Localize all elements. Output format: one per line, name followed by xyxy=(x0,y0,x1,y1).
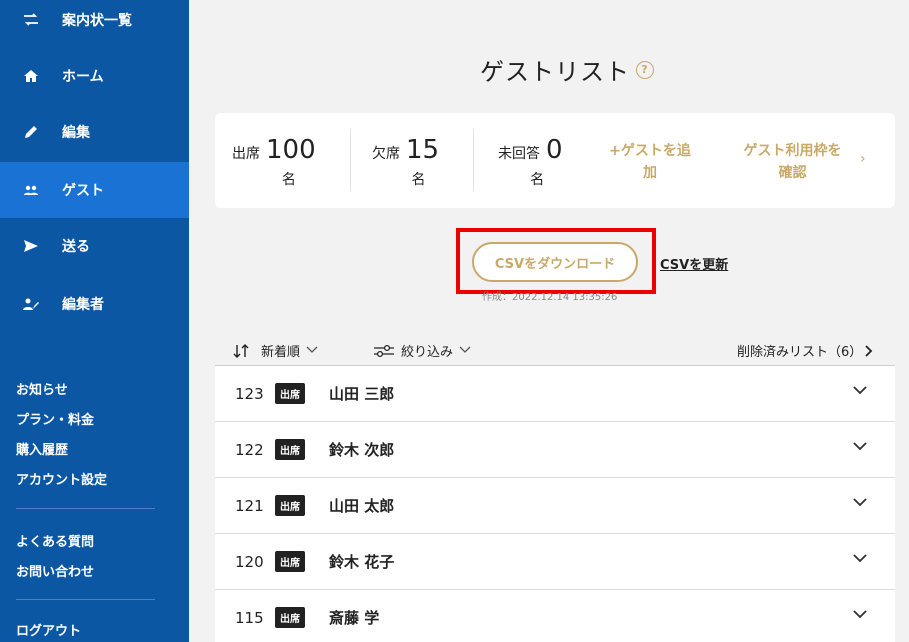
list-item[interactable]: 120 出席 鈴木 花子 xyxy=(215,533,895,589)
sidebar-divider xyxy=(16,508,155,509)
sidebar-item-invitations[interactable]: 案内状一覧 xyxy=(0,0,189,48)
people-icon xyxy=(22,181,40,199)
stat-label: 未回答 xyxy=(498,146,540,162)
filter-dropdown[interactable]: 絞り込み xyxy=(373,341,477,360)
stat-count: 100 xyxy=(266,135,316,165)
person-edit-icon xyxy=(22,295,40,313)
help-icon[interactable]: ? xyxy=(636,60,654,79)
home-icon xyxy=(22,67,40,85)
guest-number: 123 xyxy=(235,384,264,403)
sidebar: 案内状一覧 ホーム 編集 ゲスト 送る 編集者 お知らせ プラン・料金 購入履歴… xyxy=(0,0,189,642)
sort-label: 新着順 xyxy=(261,345,301,360)
stat-attend: 出席 100 名 xyxy=(232,135,316,189)
add-guest-label-2: 加 xyxy=(643,165,657,181)
add-guest-button[interactable]: +ゲストを追 加 xyxy=(600,140,700,184)
sidebar-link-contact[interactable]: お問い合わせ xyxy=(16,561,94,580)
chevron-down-icon[interactable] xyxy=(853,386,867,395)
guest-name: 山田 太郎 xyxy=(329,497,395,515)
sidebar-item-editors[interactable]: 編集者 xyxy=(0,276,189,332)
status-badge: 出席 xyxy=(275,383,305,404)
list-item[interactable]: 123 出席 山田 三郎 xyxy=(215,365,895,421)
divider xyxy=(350,129,351,191)
sort-icon xyxy=(233,343,249,358)
sidebar-link-plans[interactable]: プラン・料金 xyxy=(16,409,94,428)
sidebar-item-label: 送る xyxy=(62,239,90,255)
chevron-right-icon xyxy=(865,344,873,357)
sidebar-item-label: ゲスト xyxy=(62,183,104,199)
list-item[interactable]: 115 出席 斎藤 学 xyxy=(215,589,895,642)
sidebar-item-label: 案内状一覧 xyxy=(62,13,132,29)
sort-dropdown[interactable]: 新着順 xyxy=(233,341,324,360)
sidebar-item-label: 編集者 xyxy=(62,297,104,313)
sidebar-item-label: ホーム xyxy=(62,69,104,85)
chevron-down-icon xyxy=(459,344,477,357)
sidebar-divider xyxy=(16,599,155,600)
stat-noreply: 未回答 0 名 xyxy=(498,135,563,189)
chevron-down-icon[interactable] xyxy=(853,610,867,619)
sidebar-link-news[interactable]: お知らせ xyxy=(16,379,68,398)
status-badge: 出席 xyxy=(275,551,305,572)
sidebar-item-guest[interactable]: ゲスト xyxy=(0,162,189,218)
sidebar-item-home[interactable]: ホーム xyxy=(0,48,189,104)
created-at-text: 作成：2022.12.14 13:35:26 xyxy=(482,292,618,303)
page-title-text: ゲストリスト xyxy=(480,58,630,86)
stat-label: 出席 xyxy=(232,146,260,162)
stat-unit: 名 xyxy=(530,172,545,188)
filter-label: 絞り込み xyxy=(401,345,454,360)
status-badge: 出席 xyxy=(275,607,305,628)
sidebar-item-send[interactable]: 送る xyxy=(0,218,189,274)
stat-unit: 名 xyxy=(281,172,296,188)
stat-count: 0 xyxy=(546,135,563,165)
sidebar-item-edit[interactable]: 編集 xyxy=(0,104,189,160)
logout-link[interactable]: ログアウト xyxy=(16,620,81,639)
status-badge: 出席 xyxy=(275,495,305,516)
deleted-list-link[interactable]: 削除済みリスト（6） xyxy=(737,341,880,360)
list-item[interactable]: 122 出席 鈴木 次郎 xyxy=(215,421,895,477)
stat-absent: 欠席 15 名 xyxy=(372,135,439,189)
sidebar-link-faq[interactable]: よくある質問 xyxy=(16,531,94,550)
list-item[interactable]: 121 出席 山田 太郎 xyxy=(215,477,895,533)
chevron-down-icon[interactable] xyxy=(853,442,867,451)
status-badge: 出席 xyxy=(275,439,305,460)
stat-label: 欠席 xyxy=(372,146,400,162)
sidebar-item-label: 編集 xyxy=(62,125,90,141)
guest-list: 123 出席 山田 三郎 122 出席 鈴木 次郎 121 出席 山田 太郎 1… xyxy=(215,365,895,642)
csv-update-link[interactable]: CSVを更新 xyxy=(660,254,728,273)
stat-count: 15 xyxy=(406,135,440,165)
list-toolbar: 新着順 絞り込み 削除済みリスト（6） xyxy=(233,341,893,361)
chevron-down-icon[interactable] xyxy=(853,498,867,507)
add-guest-label-1: +ゲストを追 xyxy=(609,143,691,159)
confirm-quota-label-1: ゲスト利用枠を xyxy=(743,143,842,159)
page-title: ゲストリスト ? xyxy=(480,52,654,87)
sidebar-link-account-settings[interactable]: アカウント設定 xyxy=(16,469,107,488)
deleted-list-label: 削除済みリスト（6） xyxy=(737,345,863,360)
stat-unit: 名 xyxy=(411,172,426,188)
chevron-down-icon xyxy=(306,344,324,357)
confirm-quota-button[interactable]: ゲスト利用枠を 確認 xyxy=(730,140,855,184)
swap-icon xyxy=(22,11,40,29)
filter-icon xyxy=(374,344,394,357)
guest-number: 121 xyxy=(235,496,264,515)
sidebar-link-purchase-history[interactable]: 購入履歴 xyxy=(16,439,68,458)
guest-name: 斎藤 学 xyxy=(329,609,380,627)
guest-number: 120 xyxy=(235,552,264,571)
guest-name: 鈴木 花子 xyxy=(329,553,395,571)
pencil-icon xyxy=(22,123,40,141)
guest-number: 115 xyxy=(235,608,264,627)
send-icon xyxy=(22,237,40,255)
guest-number: 122 xyxy=(235,440,264,459)
guest-name: 鈴木 次郎 xyxy=(329,441,395,459)
chevron-right-icon[interactable]: › xyxy=(860,151,866,167)
confirm-quota-label-2: 確認 xyxy=(778,165,807,181)
chevron-down-icon[interactable] xyxy=(853,554,867,563)
highlight-box xyxy=(456,228,656,294)
guest-name: 山田 三郎 xyxy=(329,385,395,403)
divider xyxy=(473,129,474,191)
